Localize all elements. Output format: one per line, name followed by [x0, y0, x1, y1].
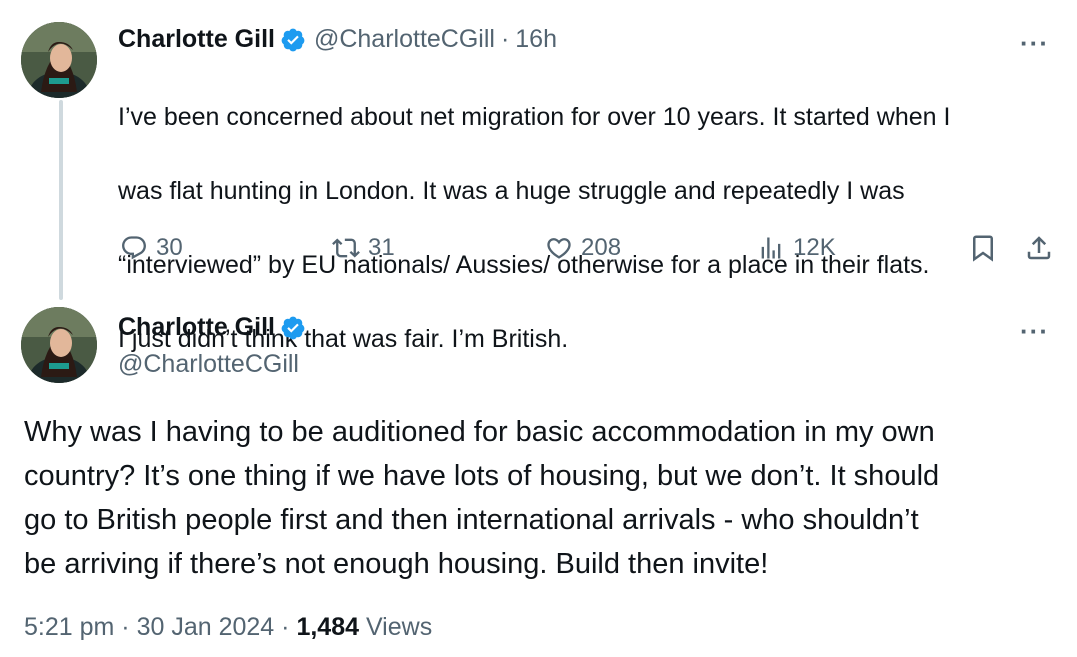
views-icon — [761, 237, 781, 259]
author-name[interactable]: Charlotte Gill — [118, 313, 275, 342]
views-button[interactable]: 12K — [757, 234, 836, 262]
reply-icon — [122, 236, 146, 260]
retweet-button[interactable]: 31 — [332, 234, 395, 262]
bookmark-icon — [973, 235, 993, 262]
tweet-text-line: country? It’s one thing if we have lots … — [24, 460, 940, 492]
tweet-text-line: go to British people first and then inte… — [24, 504, 919, 536]
views-count: 12K — [793, 234, 836, 261]
avatar[interactable] — [21, 22, 97, 98]
share-icon — [1027, 236, 1051, 260]
views-count: 1,484 — [296, 613, 359, 641]
reply-button[interactable]: 30 — [120, 234, 183, 262]
verified-badge-icon — [281, 28, 305, 51]
views-label: Views — [365, 613, 433, 641]
like-count: 208 — [581, 234, 622, 261]
author-handle-row: @CharlotteCGill — [118, 350, 299, 379]
tweet-text-line: was flat hunting in London. It was a hug… — [118, 177, 905, 205]
avatar[interactable] — [21, 307, 97, 383]
like-button[interactable]: 208 — [545, 234, 621, 262]
tweet-text-line: I’ve been concerned about net migration … — [118, 103, 951, 131]
tweet-text: Why was I having to be auditioned for ba… — [24, 410, 939, 586]
tweet-text-line: be arriving if there’s not enough housin… — [24, 548, 769, 580]
like-icon — [547, 238, 571, 259]
author-handle[interactable]: @CharlotteCGill — [314, 25, 495, 54]
share-button[interactable] — [1024, 233, 1054, 263]
separator-dot: · — [281, 613, 290, 641]
retweet-count: 31 — [368, 234, 395, 261]
thread-line — [59, 100, 63, 300]
author-name[interactable]: Charlotte Gill — [118, 25, 275, 54]
verified-badge-icon — [281, 316, 305, 339]
author-handle[interactable]: @CharlotteCGill — [118, 350, 299, 379]
more-icon[interactable]: ··· — [1020, 30, 1049, 56]
tweet-date[interactable]: 30 Jan 2024 — [137, 613, 275, 641]
tweet-timestamp[interactable]: 5:21 pm — [24, 613, 114, 641]
tweet-text: I’ve been concerned about net migration … — [118, 62, 950, 395]
tweet-meta: 5:21 pm · 30 Jan 2024 · 1,484 Views — [24, 613, 432, 642]
author-row: Charlotte Gill — [118, 313, 306, 342]
retweet-icon — [332, 238, 360, 258]
separator-dot: · — [500, 25, 510, 53]
separator-dot: · — [121, 613, 130, 641]
reply-count: 30 — [156, 234, 183, 261]
author-row: Charlotte Gill @CharlotteCGill · 16h — [118, 25, 557, 54]
tweet-text-line: Why was I having to be auditioned for ba… — [24, 416, 935, 448]
more-icon[interactable]: ··· — [1020, 318, 1049, 344]
tweet-time[interactable]: 16h — [515, 25, 557, 54]
bookmark-button[interactable] — [968, 233, 998, 263]
